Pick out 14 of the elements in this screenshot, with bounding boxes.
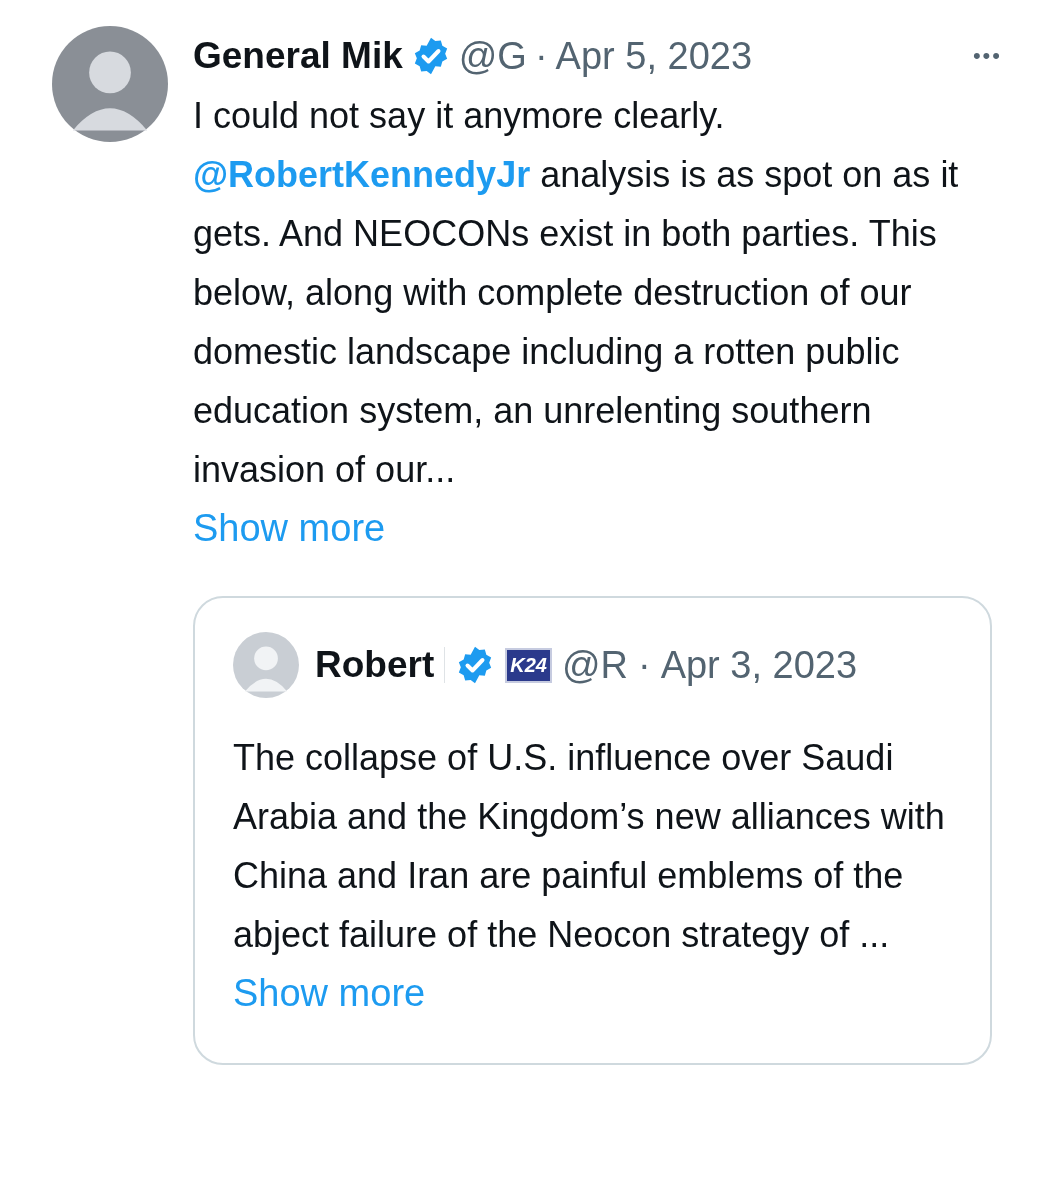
author-handle[interactable]: @R: [561, 643, 628, 687]
quoted-tweet-card[interactable]: [193, 596, 992, 1065]
more-menu-button[interactable]: •••: [972, 43, 1002, 69]
author-name[interactable]: General Mik: [193, 35, 403, 77]
tweet-text: I could not say it anymore clearly. @RobertKennedyJr analysis is as spot on as it gets. And NEOCONs exist in both parties. This below, along with complete destruction of our domestic landscape including a rotten public education system, an unrelenting southern invasion of our...: [193, 94, 960, 492]
avatar-icon[interactable]: [52, 26, 168, 142]
tweet-date[interactable]: Apr 3, 2023: [660, 643, 858, 687]
author-handle[interactable]: @G: [458, 34, 527, 78]
separator-dot: ·: [637, 643, 651, 687]
tweet-date[interactable]: Apr 5, 2023: [555, 34, 753, 78]
quoted-tweet-text: The collapse of U.S. influence over Saudi Arabia and the Kingdom’s new alliances with China and Iran are painful emblems of the abject failure of the Neocon strategy of ...: [233, 736, 946, 957]
affiliate-badge: K24: [505, 647, 552, 683]
separator-dot: ·: [534, 34, 548, 78]
author-name[interactable]: Robert: [315, 644, 435, 686]
